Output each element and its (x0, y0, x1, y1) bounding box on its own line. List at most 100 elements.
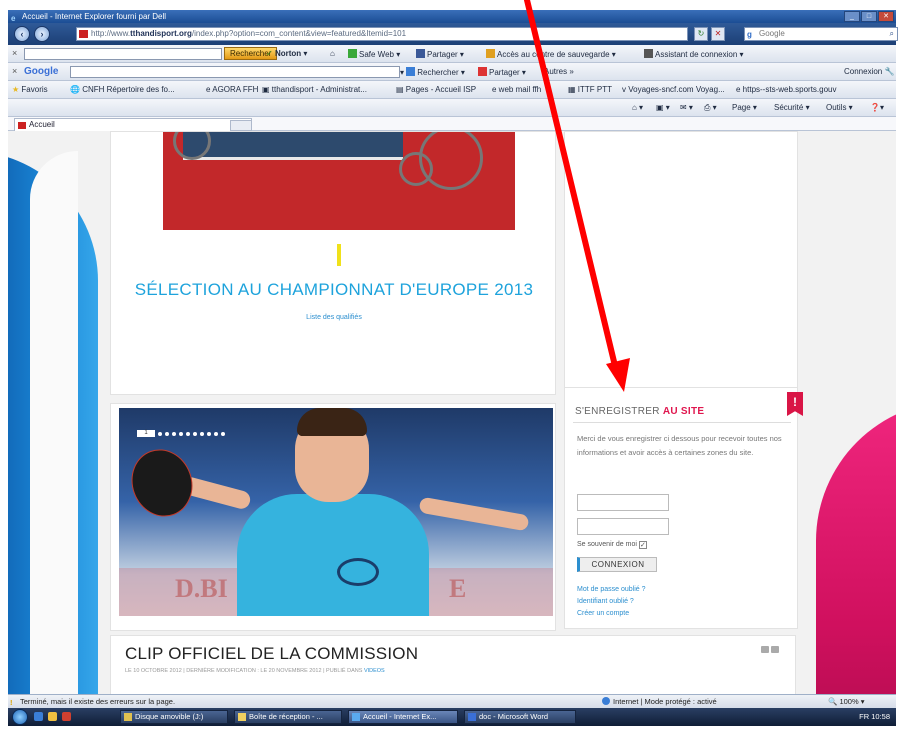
slide-dot-active[interactable]: 1 (137, 430, 155, 437)
home-menu-icon[interactable]: ⌂ ▾ (632, 103, 643, 113)
fav-item-webmail[interactable]: e web mail ffh (492, 85, 541, 95)
forgot-password-link[interactable]: Mot de passe oublié ? (577, 586, 646, 593)
tools-menu[interactable]: Outils ▾ (826, 103, 853, 113)
address-input[interactable]: http://www.tthandisport.org/index.php?op… (76, 27, 688, 41)
fav-item-sports-gouv[interactable]: e https--sts-web.sports.gouv (736, 85, 836, 95)
task-internet-explorer[interactable]: Accueil - Internet Ex... (348, 710, 458, 724)
site-favicon (79, 30, 88, 38)
stop-icon[interactable]: ✕ (711, 27, 725, 41)
minimize-button[interactable]: _ (844, 11, 860, 22)
print-article-icon[interactable] (761, 646, 769, 653)
share-icon (478, 67, 487, 76)
google-search-button[interactable]: ▾ Rechercher ▾ (400, 67, 465, 78)
maximize-button[interactable]: □ (861, 11, 877, 22)
globe-icon (602, 697, 610, 705)
username-input[interactable] (577, 494, 669, 511)
close-button[interactable]: ✕ (878, 11, 894, 22)
tab-accueil[interactable]: Accueil (14, 118, 252, 131)
fav-item-pages-isp[interactable]: ▤ Pages - Accueil ISP (396, 85, 476, 95)
fav-item-cnfh[interactable]: 🌐 CNFH Répertoire des fo... (70, 85, 175, 95)
quicklaunch-media-icon[interactable] (62, 712, 71, 721)
slide-dot[interactable] (172, 431, 176, 436)
clip-category-link[interactable]: VIDEOS (364, 668, 385, 674)
slide-dot[interactable] (207, 431, 211, 436)
slide-dot[interactable] (158, 431, 162, 436)
home-icon[interactable]: ⌂ (330, 49, 335, 59)
close-google-toolbar-icon[interactable]: × (12, 66, 17, 76)
back-button[interactable]: ‹ (14, 26, 30, 42)
quicklaunch-explorer-icon[interactable] (48, 712, 57, 721)
norton-search-input[interactable] (24, 48, 222, 60)
status-message: Terminé, mais il existe des erreurs sur … (20, 697, 176, 706)
clip-meta: LE 10 OCTOBRE 2012 | DERNIÈRE MODIFICATI… (125, 668, 385, 674)
forward-button[interactable]: › (34, 26, 50, 42)
clip-article-panel: CLIP OFFICIEL DE LA COMMISSION LE 10 OCT… (110, 635, 796, 694)
qualified-list-link[interactable]: Liste des qualifiés (111, 314, 557, 321)
google-search-input[interactable] (70, 66, 400, 78)
close-toolbar-icon[interactable]: × (12, 48, 17, 58)
slideshow-image[interactable]: D.BI E 1 (119, 408, 553, 616)
create-account-link[interactable]: Créer un compte (577, 610, 629, 617)
start-button[interactable] (12, 709, 28, 725)
slide-dot[interactable] (165, 431, 169, 436)
featured-article-panel: SÉLECTION AU CHAMPIONNAT D'EUROPE 2013 L… (110, 131, 556, 395)
banner-text-right: E (449, 574, 467, 603)
password-input[interactable] (577, 518, 669, 535)
table-tennis-photo (163, 132, 515, 230)
fav-item-voyages[interactable]: v Voyages-sncf.com Voyag... (622, 85, 725, 95)
slide-dot[interactable] (179, 431, 183, 436)
help-icon[interactable]: ❓▾ (870, 103, 884, 113)
backup-button[interactable]: Accès au centre de sauvegarde ▾ (486, 49, 616, 60)
address-tools: ↻ ✕ (694, 27, 725, 41)
fav-item-tthandisport[interactable]: ▣ tthandisport - Administrat... (262, 85, 367, 95)
remember-me-checkbox[interactable]: ✓ (638, 541, 647, 549)
paddle-image (123, 442, 201, 524)
assistant-button[interactable]: Assistant de connexion ▾ (644, 49, 744, 60)
mail-app-icon (238, 713, 246, 721)
page-menu[interactable]: Page ▾ (732, 103, 757, 113)
status-bar: ! Terminé, mais il existe des erreurs su… (8, 694, 896, 708)
star-icon: ★ (12, 85, 20, 94)
new-tab-button[interactable] (230, 120, 252, 131)
google-search-icon: g (747, 30, 752, 39)
window-controls: _ □ ✕ (844, 11, 894, 22)
task-inbox[interactable]: Boîte de réception - ... (234, 710, 342, 724)
google-share-button[interactable]: Partager ▾ (478, 67, 526, 78)
backup-icon (486, 49, 495, 58)
favorites-button[interactable]: ★ Favoris (12, 85, 48, 95)
slide-dot[interactable] (221, 431, 225, 436)
security-menu[interactable]: Sécurité ▾ (774, 103, 810, 113)
slide-dot[interactable] (193, 431, 197, 436)
feeds-icon[interactable]: ▣ ▾ (656, 103, 670, 113)
mail-icon[interactable]: ✉ ▾ (680, 103, 693, 113)
slide-dot[interactable] (200, 431, 204, 436)
norton-share-button[interactable]: Partager ▾ (416, 49, 464, 60)
search-input[interactable]: g Google ⌕ (744, 27, 898, 41)
register-title: S'ENREGISTRER AU SITE (575, 406, 705, 417)
register-description: Merci de vous enregistrer ci dessous pou… (577, 434, 782, 457)
system-tray[interactable]: FR 10:58 (808, 711, 892, 723)
slide-dot[interactable] (214, 431, 218, 436)
forgot-username-link[interactable]: Identifiant oublié ? (577, 598, 634, 605)
protected-mode-status[interactable]: Internet | Mode protégé : activé (602, 695, 717, 708)
google-login-button[interactable]: Connexion 🔧 (844, 67, 894, 77)
refresh-icon[interactable]: ↻ (694, 27, 708, 41)
window-title: Accueil - Internet Explorer fourni par D… (22, 12, 167, 21)
login-button[interactable]: CONNEXION (577, 557, 657, 572)
fav-item-agora[interactable]: e AGORA FFH (206, 85, 258, 95)
email-article-icon[interactable] (771, 646, 779, 653)
task-removable-disk[interactable]: Disque amovible (J:) (120, 710, 228, 724)
article-headline[interactable]: SÉLECTION AU CHAMPIONNAT D'EUROPE 2013 (111, 280, 557, 300)
google-more-button[interactable]: Autres » (544, 67, 574, 77)
quicklaunch-ie-icon[interactable] (34, 712, 43, 721)
safe-web-button[interactable]: Safe Web ▾ (348, 49, 400, 60)
norton-button[interactable]: ✓ Norton ▾ (266, 49, 307, 59)
zoom-level[interactable]: 🔍 100% ▾ (828, 695, 864, 708)
print-icon[interactable]: ⎙ ▾ (704, 103, 717, 113)
fav-item-ittf[interactable]: ▦ ITTF PTT (568, 85, 612, 95)
banner-text-left: D.BI (175, 574, 228, 603)
slide-dot[interactable] (186, 431, 190, 436)
clip-title[interactable]: CLIP OFFICIEL DE LA COMMISSION (125, 644, 418, 664)
search-icon[interactable]: ⌕ (890, 28, 894, 40)
task-word[interactable]: doc - Microsoft Word (464, 710, 576, 724)
